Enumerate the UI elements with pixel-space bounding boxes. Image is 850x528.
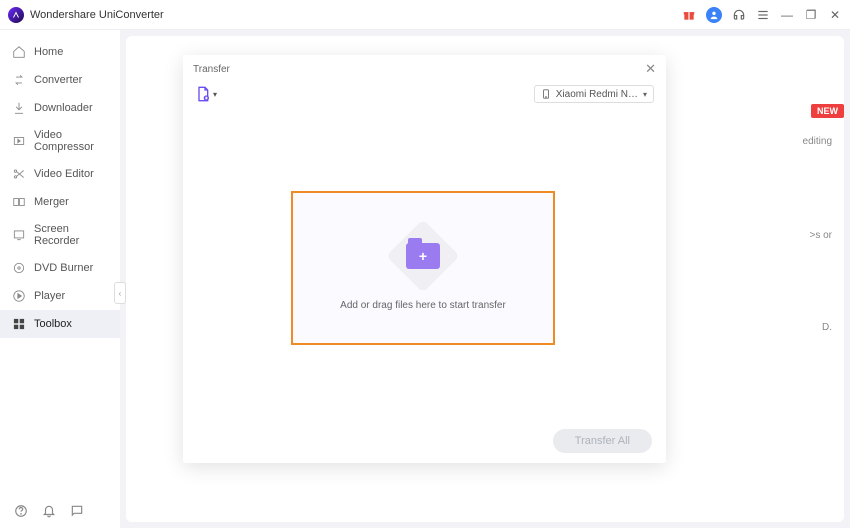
- add-file-icon: [195, 86, 211, 102]
- sidebar-item-label: Downloader: [34, 102, 93, 114]
- modal-body: + Add or drag files here to start transf…: [183, 109, 666, 419]
- notification-bell-icon[interactable]: [42, 504, 56, 518]
- sidebar-item-video-editor[interactable]: Video Editor: [0, 160, 120, 188]
- dropzone[interactable]: + Add or drag files here to start transf…: [291, 191, 555, 345]
- play-icon: [12, 289, 26, 303]
- plus-icon: +: [419, 249, 427, 263]
- chevron-down-icon: ▾: [213, 90, 217, 99]
- sidebar-item-label: Converter: [34, 74, 82, 86]
- gift-icon[interactable]: [682, 8, 696, 22]
- modal-title: Transfer: [193, 64, 230, 75]
- device-name: Xiaomi Redmi N…: [556, 89, 638, 100]
- close-icon[interactable]: ✕: [645, 61, 656, 77]
- add-file-button[interactable]: ▾: [195, 86, 217, 102]
- sidebar-item-label: Screen Recorder: [34, 223, 108, 247]
- sidebar-item-label: Player: [34, 290, 65, 302]
- converter-icon: [12, 73, 26, 87]
- transfer-modal: Transfer ✕ ▾ Xiaomi Redmi N… ▾ + Add o: [183, 55, 666, 463]
- chevron-down-icon: ▾: [643, 90, 647, 99]
- record-icon: [12, 228, 26, 242]
- sidebar-item-label: Video Compressor: [34, 129, 108, 153]
- sidebar-item-screen-recorder[interactable]: Screen Recorder: [0, 216, 120, 254]
- modal-toolbar: ▾ Xiaomi Redmi N… ▾: [183, 83, 666, 109]
- background-text: >s or: [809, 230, 832, 241]
- title-bar: Wondershare UniConverter — ❐ ✕: [0, 0, 850, 30]
- hamburger-menu-icon[interactable]: [756, 8, 770, 22]
- help-icon[interactable]: [14, 504, 28, 518]
- app-title: Wondershare UniConverter: [30, 9, 164, 21]
- sidebar-bottom: [0, 494, 120, 528]
- compress-icon: [12, 134, 26, 148]
- download-icon: [12, 101, 26, 115]
- merge-icon: [12, 195, 26, 209]
- sidebar-item-video-compressor[interactable]: Video Compressor: [0, 122, 120, 160]
- close-window-button[interactable]: ✕: [828, 8, 842, 22]
- modal-footer: Transfer All: [183, 419, 666, 463]
- support-icon[interactable]: [732, 8, 746, 22]
- sidebar-item-merger[interactable]: Merger: [0, 188, 120, 216]
- scissors-icon: [12, 167, 26, 181]
- sidebar-item-downloader[interactable]: Downloader: [0, 94, 120, 122]
- phone-icon: [541, 88, 551, 100]
- maximize-button[interactable]: ❐: [804, 8, 818, 22]
- sidebar-item-player[interactable]: Player: [0, 282, 120, 310]
- background-text: D.: [822, 322, 832, 333]
- dropzone-text: Add or drag files here to start transfer: [340, 300, 506, 311]
- sidebar-item-label: Merger: [34, 196, 69, 208]
- sidebar-item-label: DVD Burner: [34, 262, 93, 274]
- transfer-all-button[interactable]: Transfer All: [553, 429, 652, 453]
- new-badge: NEW: [811, 104, 844, 118]
- minimize-button[interactable]: —: [780, 8, 794, 22]
- sidebar-item-home[interactable]: Home: [0, 38, 120, 66]
- user-avatar-icon[interactable]: [706, 7, 722, 23]
- sidebar-item-dvd-burner[interactable]: DVD Burner: [0, 254, 120, 282]
- sidebar: Home Converter Downloader Video Compress…: [0, 30, 120, 528]
- toolbox-icon: [12, 317, 26, 331]
- device-select[interactable]: Xiaomi Redmi N… ▾: [534, 85, 654, 103]
- titlebar-right: — ❐ ✕: [682, 7, 842, 23]
- home-icon: [12, 45, 26, 59]
- sidebar-item-label: Home: [34, 46, 63, 58]
- feedback-icon[interactable]: [70, 504, 84, 518]
- sidebar-item-converter[interactable]: Converter: [0, 66, 120, 94]
- app-logo-icon: [8, 7, 24, 23]
- background-text: editing: [803, 136, 832, 147]
- modal-header: Transfer ✕: [183, 55, 666, 83]
- sidebar-item-label: Video Editor: [34, 168, 94, 180]
- dvd-icon: [12, 261, 26, 275]
- folder-illustration: +: [388, 226, 458, 286]
- titlebar-left: Wondershare UniConverter: [8, 7, 164, 23]
- sidebar-item-toolbox[interactable]: Toolbox: [0, 310, 120, 338]
- sidebar-item-label: Toolbox: [34, 318, 72, 330]
- folder-add-icon: +: [406, 243, 440, 269]
